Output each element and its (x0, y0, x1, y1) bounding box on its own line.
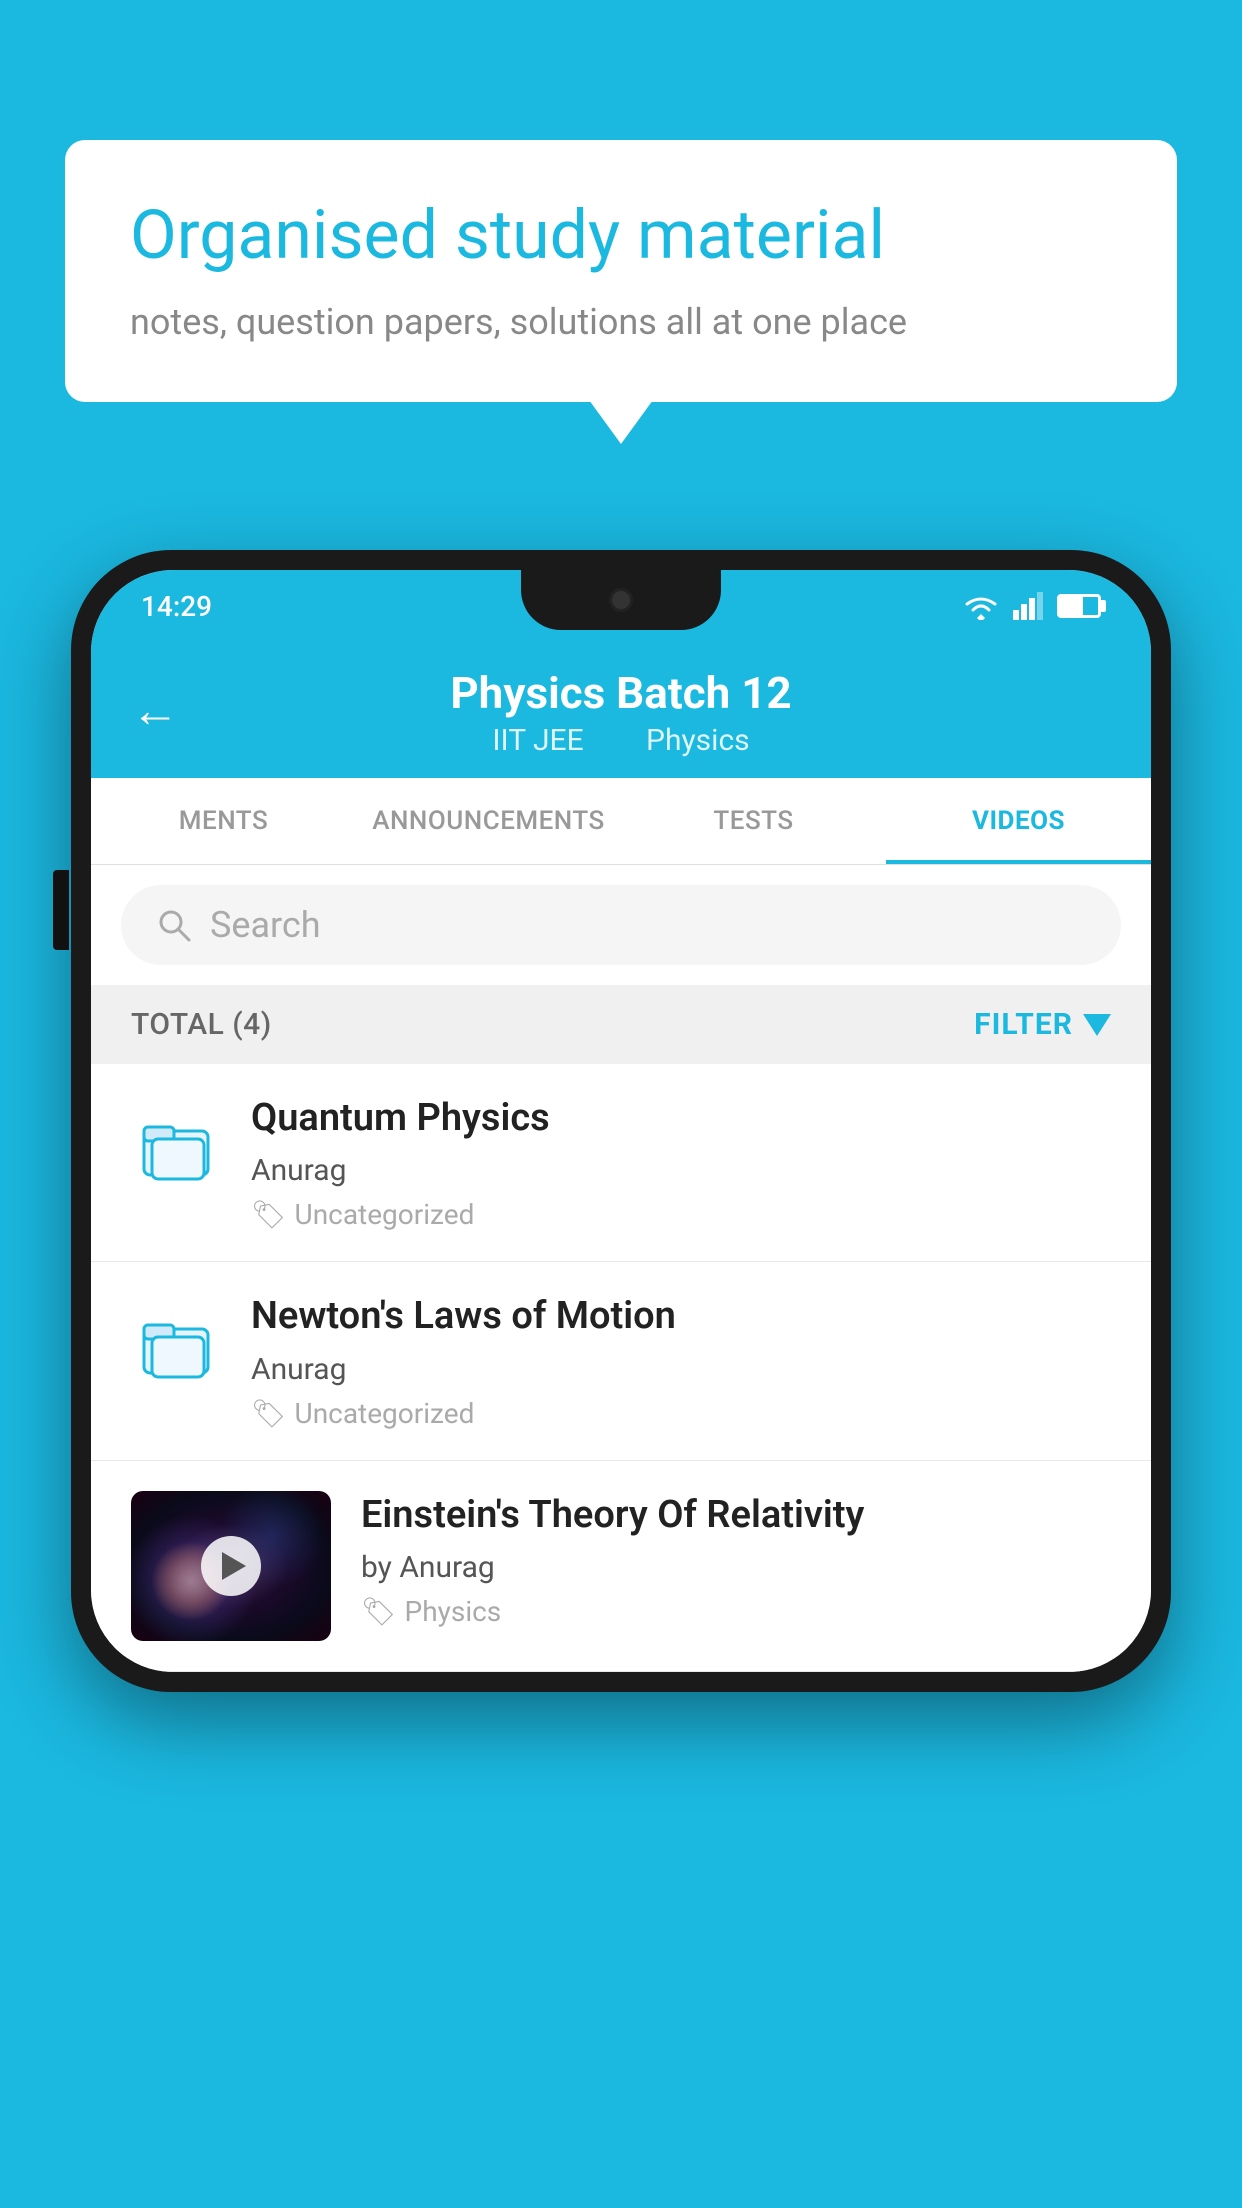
folder-icon (131, 1300, 221, 1390)
video-thumbnail (131, 1491, 331, 1641)
filter-icon (1083, 1014, 1111, 1036)
status-icons (963, 592, 1101, 620)
speech-bubble-subtitle: notes, question papers, solutions all at… (130, 297, 1112, 347)
header-subtitle-part2: Physics (646, 723, 750, 758)
phone-body: 14:29 (71, 550, 1171, 1692)
signal-icon (1013, 592, 1043, 620)
wifi-icon (963, 592, 999, 620)
app-header: ← Physics Batch 12 IIT JEE Physics (91, 642, 1151, 778)
header-title: Physics Batch 12 (131, 667, 1111, 719)
speech-bubble-title: Organised study material (130, 195, 1112, 277)
list-item[interactable]: Quantum Physics Anurag 🏷 Uncategorized (91, 1064, 1151, 1262)
tab-tests[interactable]: TESTS (621, 778, 886, 864)
item-author: by Anurag (361, 1550, 1111, 1585)
item-author: Anurag (251, 1153, 1111, 1188)
item-tag: 🏷 Uncategorized (251, 1397, 1111, 1430)
tab-announcements[interactable]: ANNOUNCEMENTS (356, 778, 621, 864)
header-subtitle-part1: IIT JEE (492, 723, 583, 758)
back-button[interactable]: ← (131, 682, 179, 739)
header-subtitle-separator (611, 723, 626, 758)
filter-button[interactable]: FILTER (974, 1007, 1111, 1042)
item-content: Einstein's Theory Of Relativity by Anura… (361, 1491, 1111, 1628)
tag-icon: 🏷 (251, 1397, 287, 1430)
item-title: Einstein's Theory Of Relativity (361, 1491, 1111, 1540)
item-content: Newton's Laws of Motion Anurag 🏷 Uncateg… (251, 1292, 1111, 1429)
item-author: Anurag (251, 1352, 1111, 1387)
phone-wrapper: 14:29 (71, 550, 1171, 1692)
folder-icon (131, 1102, 221, 1192)
play-icon (222, 1552, 246, 1580)
status-time: 14:29 (141, 590, 212, 623)
total-count: TOTAL (4) (131, 1007, 272, 1042)
speech-bubble-container: Organised study material notes, question… (65, 140, 1177, 402)
search-icon (156, 907, 192, 943)
search-container: Search (91, 865, 1151, 985)
header-subtitle: IIT JEE Physics (131, 723, 1111, 758)
item-title: Quantum Physics (251, 1094, 1111, 1143)
phone-notch (521, 570, 721, 630)
list-item[interactable]: Einstein's Theory Of Relativity by Anura… (91, 1461, 1151, 1672)
search-placeholder: Search (210, 904, 321, 946)
play-button[interactable] (201, 1536, 261, 1596)
tab-videos[interactable]: VIDEOS (886, 778, 1151, 864)
camera-dot (609, 588, 633, 612)
tag-icon: 🏷 (251, 1198, 287, 1231)
list-item[interactable]: Newton's Laws of Motion Anurag 🏷 Uncateg… (91, 1262, 1151, 1460)
phone-screen: 14:29 (91, 570, 1151, 1672)
tab-ments[interactable]: MENTS (91, 778, 356, 864)
filter-bar: TOTAL (4) FILTER (91, 985, 1151, 1064)
item-tag: 🏷 Physics (361, 1595, 1111, 1628)
item-content: Quantum Physics Anurag 🏷 Uncategorized (251, 1094, 1111, 1231)
tag-icon: 🏷 (361, 1595, 397, 1628)
tabs-bar: MENTS ANNOUNCEMENTS TESTS VIDEOS (91, 778, 1151, 865)
item-tag: 🏷 Uncategorized (251, 1198, 1111, 1231)
battery-icon (1057, 594, 1101, 618)
speech-bubble: Organised study material notes, question… (65, 140, 1177, 402)
item-title: Newton's Laws of Motion (251, 1292, 1111, 1341)
search-bar[interactable]: Search (121, 885, 1121, 965)
